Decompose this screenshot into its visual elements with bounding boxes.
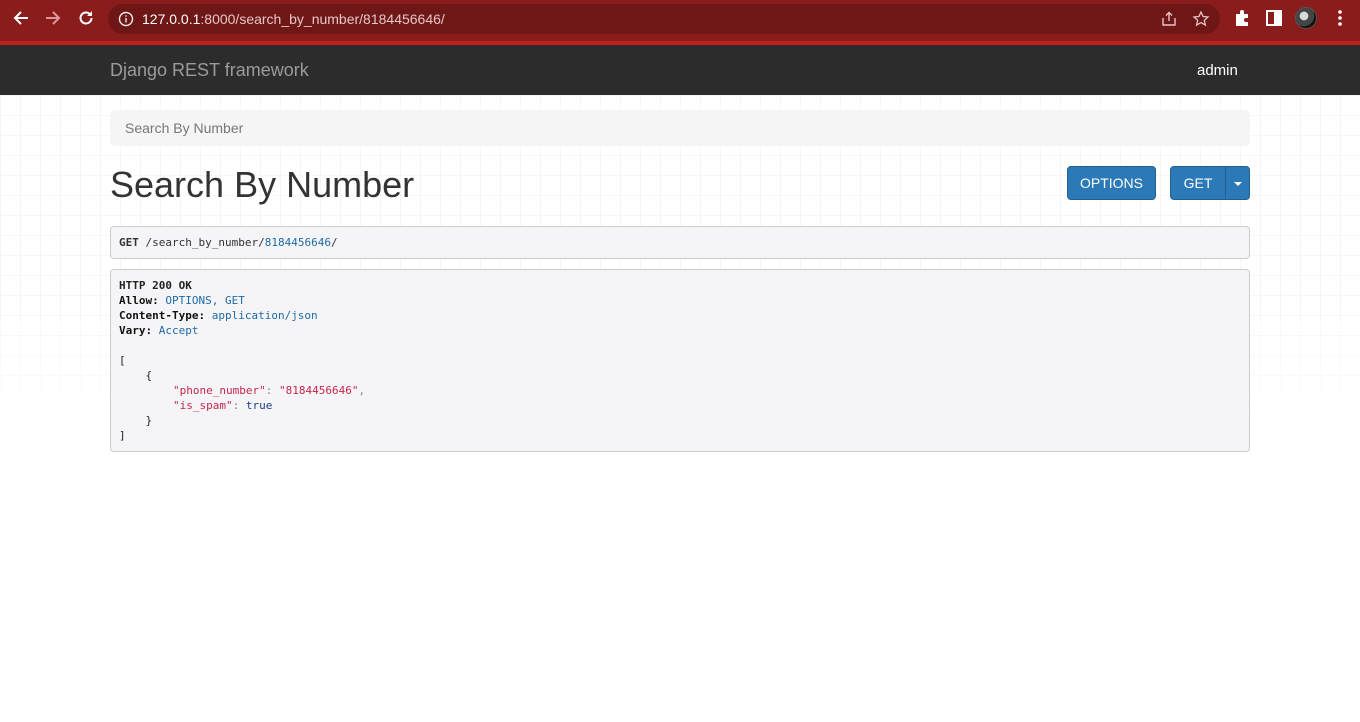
is-spam-value: true <box>245 399 273 412</box>
phone-number-key: "phone_number" <box>173 384 266 397</box>
breadcrumb: Search By Number <box>110 110 1250 146</box>
forward-icon[interactable] <box>40 6 66 32</box>
json-close-brace: } <box>119 414 153 427</box>
bookmark-star-icon[interactable] <box>1192 10 1210 28</box>
request-path-value[interactable]: 8184456646 <box>265 236 331 249</box>
request-info: GET /search_by_number/8184456646/ <box>110 226 1250 259</box>
request-method: GET <box>119 236 139 249</box>
content-type-key: Content-Type: <box>119 309 206 322</box>
profile-avatar[interactable] <box>1295 7 1317 29</box>
options-button[interactable]: OPTIONS <box>1067 166 1156 200</box>
menu-dots-icon[interactable] <box>1330 8 1350 28</box>
allow-header-value: OPTIONS, GET <box>165 294 245 307</box>
vary-header-value: Accept <box>158 324 199 337</box>
back-icon[interactable] <box>8 6 34 32</box>
json-open-brace: { <box>119 369 153 382</box>
side-panel-icon[interactable] <box>1264 8 1284 28</box>
allow-header-key: Allow: <box>119 294 159 307</box>
caret-down-icon <box>1233 182 1242 187</box>
json-close-bracket: ] <box>119 429 126 442</box>
breadcrumb-item[interactable]: Search By Number <box>125 120 243 136</box>
response-status: HTTP 200 OK <box>119 279 192 292</box>
browser-toolbar: 127.0.0.1:8000/search_by_number/81844566… <box>0 0 1360 45</box>
site-info-icon[interactable] <box>118 11 134 27</box>
response-info: HTTP 200 OK Allow: OPTIONS, GET Content-… <box>110 269 1250 452</box>
extensions-icon[interactable] <box>1232 8 1252 28</box>
phone-number-value: "8184456646" <box>278 384 359 397</box>
content-type-value: application/json <box>211 309 318 322</box>
is-spam-key: "is_spam" <box>173 399 233 412</box>
url-text[interactable]: 127.0.0.1:8000/search_by_number/81844566… <box>142 11 445 27</box>
brand-link[interactable]: Django REST framework <box>110 60 309 81</box>
reload-icon[interactable] <box>73 6 99 32</box>
page-title: Search By Number <box>110 164 415 205</box>
get-button[interactable]: GET <box>1170 166 1226 200</box>
vary-header-key: Vary: <box>119 324 153 337</box>
address-bar[interactable]: 127.0.0.1:8000/search_by_number/81844566… <box>108 4 1220 34</box>
json-open-bracket: [ <box>119 354 126 367</box>
request-path-suffix: / <box>330 236 338 249</box>
drf-navbar: Django REST framework admin <box>0 45 1360 95</box>
request-path-prefix: /search_by_number/ <box>138 236 265 249</box>
user-menu[interactable]: admin <box>1197 62 1238 79</box>
format-dropdown-button[interactable] <box>1225 166 1250 200</box>
share-icon[interactable] <box>1160 10 1178 28</box>
